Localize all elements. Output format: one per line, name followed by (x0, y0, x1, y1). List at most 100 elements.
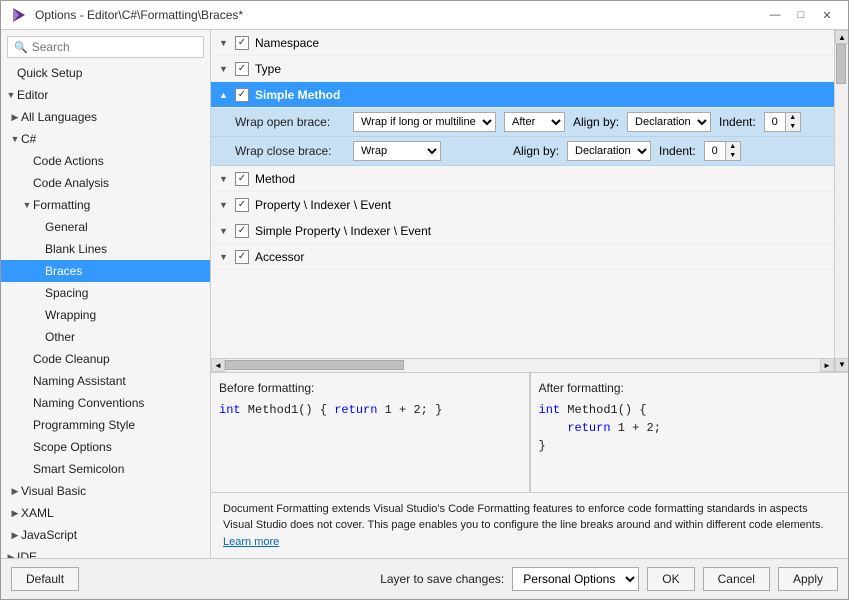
expand-property-icon[interactable]: ▼ (219, 200, 235, 210)
expand-type-icon[interactable]: ▼ (219, 64, 235, 74)
wrap-open-row: Wrap open brace: Wrap if long or multili… (211, 108, 834, 137)
tree-label: Programming Style (33, 416, 135, 434)
tree-label: All Languages (21, 108, 97, 126)
scroll-right-arrow[interactable]: ► (820, 358, 834, 372)
expand-icon (21, 419, 33, 431)
v-scroll-thumb[interactable] (836, 44, 846, 84)
property-label: Property \ Indexer \ Event (255, 198, 391, 212)
search-input[interactable] (32, 40, 197, 54)
apply-button[interactable]: Apply (778, 567, 838, 591)
namespace-label: Namespace (255, 36, 319, 50)
expand-simple-method-icon[interactable]: ▲ (219, 90, 235, 100)
tree-label: Editor (17, 86, 48, 104)
checkbox-property[interactable] (235, 198, 249, 212)
tree-label: Blank Lines (45, 240, 107, 258)
checkbox-method[interactable] (235, 172, 249, 186)
expand-simple-property-icon[interactable]: ▼ (219, 226, 235, 236)
expand-icon (21, 353, 33, 365)
scroll-left-arrow[interactable]: ◄ (211, 358, 225, 372)
minimize-button[interactable]: — (764, 7, 786, 23)
tree-item-spacing[interactable]: Spacing (1, 282, 210, 304)
tree-item-quick-setup[interactable]: Quick Setup (1, 62, 210, 84)
default-button[interactable]: Default (11, 567, 79, 591)
tree-item-other[interactable]: Other (1, 326, 210, 348)
tree-label: Formatting (33, 196, 90, 214)
h-scroll-thumb[interactable] (225, 360, 404, 370)
checkbox-simple-property[interactable] (235, 224, 249, 238)
tree-item-formatting[interactable]: ▼ Formatting (1, 194, 210, 216)
horizontal-scrollbar[interactable]: ◄ ► (211, 358, 834, 372)
expand-icon (21, 177, 33, 189)
options-list: ▼ Namespace ▼ Type ▲ (211, 30, 834, 358)
before-return-kw: return (334, 403, 377, 417)
close-button[interactable]: ✕ (816, 7, 838, 23)
before-code: int Method1() { return 1 + 2; } (219, 401, 521, 419)
spinner-down-open[interactable]: ▼ (786, 122, 800, 131)
tree-label: Wrapping (45, 306, 96, 324)
accessor-label: Accessor (255, 250, 304, 264)
tree-item-general[interactable]: General (1, 216, 210, 238)
tree-item-naming-assistant[interactable]: Naming Assistant (1, 370, 210, 392)
learn-more-link[interactable]: Learn more (223, 536, 279, 548)
tree-item-smart-semicolon[interactable]: Smart Semicolon (1, 458, 210, 480)
indent-open-spinner: 0 ▲ ▼ (764, 112, 801, 132)
tree-label: IDE (17, 548, 37, 558)
tree-item-code-actions[interactable]: Code Actions (1, 150, 210, 172)
align-open-select[interactable]: Declaration Method (627, 112, 711, 132)
tree-item-naming-conventions[interactable]: Naming Conventions (1, 392, 210, 414)
method-label: Method (255, 172, 295, 186)
checkbox-accessor[interactable] (235, 250, 249, 264)
tree-item-csharp[interactable]: ▼ C# (1, 128, 210, 150)
expand-namespace-icon[interactable]: ▼ (219, 38, 235, 48)
vertical-scrollbar[interactable]: ▲ ▼ (834, 30, 848, 372)
wrap-close-label: Wrap close brace: (235, 144, 345, 158)
indent-close-val: 0 (705, 143, 725, 159)
tree-item-ide[interactable]: ▶ IDE (1, 546, 210, 558)
type-label: Type (255, 62, 281, 76)
tree-item-javascript[interactable]: ▶ JavaScript (1, 524, 210, 546)
tree-item-code-cleanup[interactable]: Code Cleanup (1, 348, 210, 370)
tree-item-blank-lines[interactable]: Blank Lines (1, 238, 210, 260)
align-by-open-label: Align by: (573, 115, 619, 129)
v-scroll-track[interactable] (835, 44, 848, 358)
option-row-simple-property: ▼ Simple Property \ Indexer \ Event (211, 218, 834, 244)
tree-item-code-analysis[interactable]: Code Analysis (1, 172, 210, 194)
checkbox-namespace[interactable] (235, 36, 249, 50)
expand-icon: ▶ (9, 111, 21, 123)
cancel-button[interactable]: Cancel (703, 567, 770, 591)
h-scroll-track[interactable] (225, 360, 820, 370)
tree-item-scope-options[interactable]: Scope Options (1, 436, 210, 458)
spinner-up-close[interactable]: ▲ (726, 142, 740, 151)
expand-icon: ▶ (9, 485, 21, 497)
checkbox-simple-method[interactable] (235, 88, 249, 102)
tree-item-wrapping[interactable]: Wrapping (1, 304, 210, 326)
expand-accessor-icon[interactable]: ▼ (219, 252, 235, 262)
wrap-open-label: Wrap open brace: (235, 115, 345, 129)
wrap-close-select[interactable]: Wrap Do not wrap (353, 141, 441, 161)
before-panel: Before formatting: int Method1() { retur… (211, 373, 530, 492)
spinner-up-open[interactable]: ▲ (786, 113, 800, 122)
tree-item-editor[interactable]: ▼ Editor (1, 84, 210, 106)
tree-item-programming-style[interactable]: Programming Style (1, 414, 210, 436)
options-and-scroll: ▼ Namespace ▼ Type ▲ (211, 30, 848, 372)
main-content: 🔍 Quick Setup ▼ Editor ▶ All Language (1, 30, 848, 558)
tree-item-braces[interactable]: Braces (1, 260, 210, 282)
maximize-button[interactable]: □ (790, 7, 812, 23)
align-close-select[interactable]: Declaration Method (567, 141, 651, 161)
expand-method-icon[interactable]: ▼ (219, 174, 235, 184)
spinner-down-close[interactable]: ▼ (726, 151, 740, 160)
tree-item-all-languages[interactable]: ▶ All Languages (1, 106, 210, 128)
layer-select[interactable]: Personal Options Team Shared Solution (512, 567, 639, 591)
tree-item-xaml[interactable]: ▶ XAML (1, 502, 210, 524)
tree-label: General (45, 218, 88, 236)
layer-label: Layer to save changes: (380, 572, 504, 586)
before-kw: int (219, 403, 241, 417)
indent-open-val: 0 (765, 114, 785, 130)
expand-icon (21, 397, 33, 409)
wrap-open-select[interactable]: Wrap if long or multiline Wrap Do not wr… (353, 112, 496, 132)
tree-item-visual-basic[interactable]: ▶ Visual Basic (1, 480, 210, 502)
expand-icon (21, 375, 33, 387)
checkbox-type[interactable] (235, 62, 249, 76)
ok-button[interactable]: OK (647, 567, 694, 591)
after-select[interactable]: After Before (504, 112, 565, 132)
